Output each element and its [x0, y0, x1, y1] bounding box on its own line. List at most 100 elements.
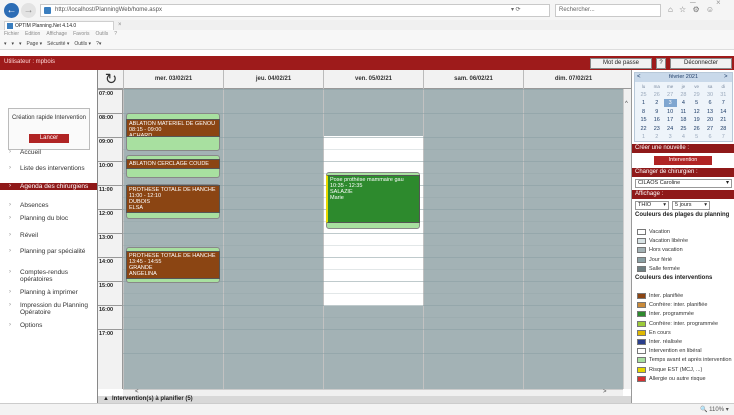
sidebar-item[interactable]: › Réveil — [0, 232, 97, 239]
mini-calendar-day[interactable]: 9 — [650, 108, 663, 116]
command-item[interactable]: ▾ — [19, 41, 22, 47]
mini-calendar-day[interactable]: 1 — [637, 133, 650, 141]
day-column[interactable] — [523, 89, 623, 389]
mini-calendar-day[interactable]: 15 — [637, 116, 650, 124]
mini-calendar-day[interactable]: 6 — [704, 99, 717, 107]
sidebar-item[interactable]: › Planning du bloc — [0, 215, 97, 222]
refresh-agenda-icon[interactable]: ↻ — [102, 71, 120, 88]
intervention-event[interactable]: ABLATION CERCLAGE COUDE — [126, 158, 220, 170]
mini-calendar-day[interactable]: 26 — [690, 125, 703, 133]
zoom-level[interactable]: 🔍 110% ▾ — [700, 406, 729, 413]
intervention-event[interactable]: Pose prothèse mammaire gau 10:35 - 12:35 S… — [326, 175, 420, 224]
search-input[interactable]: Rechercher... — [555, 4, 661, 17]
mini-calendar-day[interactable]: 4 — [677, 99, 690, 107]
mini-calendar-day[interactable]: 11 — [677, 108, 690, 116]
prev-month-icon[interactable]: < — [637, 73, 641, 82]
mini-calendar-day[interactable]: 19 — [690, 116, 703, 124]
command-item[interactable]: ▾ — [12, 41, 15, 47]
mini-calendar-day[interactable]: 13 — [704, 108, 717, 116]
surgeon-select[interactable]: CILAOS Caroline ▾ — [635, 179, 732, 188]
scroll-right-icon[interactable]: > — [603, 389, 607, 395]
mini-calendar-day[interactable]: 6 — [704, 133, 717, 141]
refresh-icon[interactable]: ▾ ⟳ — [511, 5, 521, 16]
menu-item[interactable]: Affichage — [46, 31, 67, 37]
day-header[interactable]: sam. 06/02/21 — [423, 70, 523, 89]
mini-calendar-day[interactable]: 4 — [677, 133, 690, 141]
menu-item[interactable]: Favoris — [73, 31, 89, 37]
mini-calendar-day[interactable]: 25 — [637, 91, 650, 99]
intervention-event[interactable]: ABLATION MATERIEL DE GENOU 08:15 - 09:00 A… — [126, 119, 220, 137]
intervention-event[interactable]: PROTHESE TOTALE DE HANCHE 11:00 - 12:10 DU… — [126, 185, 220, 213]
intervention-event[interactable]: PROTHESE TOTALE DE HANCHE 13:45 - 14:55 GR… — [126, 251, 220, 279]
mini-calendar-day[interactable]: 27 — [664, 91, 677, 99]
sidebar-item[interactable]: › Planning à imprimer — [0, 289, 97, 296]
tab-close-icon[interactable]: × — [118, 22, 122, 28]
command-item[interactable]: Sécurité ▾ — [47, 41, 69, 47]
scroll-left-icon[interactable]: < — [135, 389, 139, 395]
mini-calendar-day[interactable]: 24 — [664, 125, 677, 133]
quick-create-launch-button[interactable]: Lancer — [29, 134, 69, 143]
sidebar-item[interactable]: › Impression du Planning Opératoire — [0, 302, 97, 316]
view-mode-select[interactable]: THIO ▾ — [635, 201, 669, 210]
mini-calendar-day[interactable]: 10 — [664, 108, 677, 116]
close-window-icon[interactable]: × — [716, 0, 721, 7]
mini-calendar-day[interactable]: 8 — [637, 108, 650, 116]
mini-calendar-day[interactable]: 21 — [717, 116, 730, 124]
menu-item[interactable]: Edition — [25, 31, 40, 37]
expand-up-icon[interactable]: ▲ — [103, 396, 109, 403]
mini-calendar-day[interactable]: 12 — [690, 108, 703, 116]
menu-item[interactable]: Fichier — [4, 31, 19, 37]
tab-optim-planning[interactable]: OPTIM Planning.Net 4.14.0 — [4, 21, 114, 30]
mini-calendar-day[interactable]: 28 — [677, 91, 690, 99]
logout-button[interactable]: Déconnecter — [670, 58, 732, 69]
mini-calendar-day[interactable]: 26 — [650, 91, 663, 99]
unplanned-interventions-bar[interactable]: ▲ Intervention(s) à planifier (5) — [98, 396, 632, 403]
mini-calendar-day[interactable]: 7 — [717, 99, 730, 107]
command-item[interactable]: Outils ▾ — [74, 41, 91, 47]
mini-calendar-day[interactable]: 18 — [677, 116, 690, 124]
day-header[interactable]: ven. 05/02/21 — [323, 70, 423, 89]
mini-calendar-day[interactable]: 27 — [704, 125, 717, 133]
mini-calendar-day[interactable]: 23 — [650, 125, 663, 133]
scroll-up-icon[interactable]: ^ — [625, 101, 628, 107]
day-column[interactable] — [223, 89, 323, 389]
mini-calendar-day[interactable]: 31 — [717, 91, 730, 99]
sidebar-item[interactable]: › Comptes-rendus opératoires — [0, 269, 97, 283]
menu-item[interactable]: ? — [114, 31, 117, 37]
sidebar-item[interactable]: › Options — [0, 322, 97, 329]
day-column[interactable] — [423, 89, 523, 389]
menu-item[interactable]: Outils — [95, 31, 108, 37]
day-header[interactable]: mer. 03/02/21 — [123, 70, 223, 89]
mini-calendar-day[interactable]: 29 — [690, 91, 703, 99]
mini-calendar-day[interactable]: 2 — [650, 133, 663, 141]
sidebar-item[interactable]: › Liste des interventions — [0, 165, 97, 172]
day-header[interactable]: dim. 07/02/21 — [523, 70, 623, 89]
day-count-select[interactable]: 5 jours ▾ — [672, 201, 710, 210]
mini-calendar-day[interactable]: 3 — [664, 133, 677, 141]
mini-calendar-day[interactable]: 16 — [650, 116, 663, 124]
new-intervention-button[interactable]: Intervention — [654, 156, 712, 165]
mini-calendar-day[interactable]: 2 — [650, 99, 663, 107]
sidebar-item[interactable]: › Planning par spécialité — [0, 248, 97, 255]
mini-calendar-day[interactable]: 30 — [704, 91, 717, 99]
sidebar-item[interactable]: › Accueil — [0, 149, 97, 156]
mini-calendar-day[interactable]: 7 — [717, 133, 730, 141]
minimize-icon[interactable]: ─ — [690, 0, 696, 7]
mini-calendar-day[interactable]: 5 — [690, 99, 703, 107]
mini-calendar-day[interactable]: 22 — [637, 125, 650, 133]
command-item[interactable]: Page ▾ — [27, 41, 43, 47]
mini-calendar-day[interactable]: 25 — [677, 125, 690, 133]
forward-button[interactable]: → — [21, 3, 36, 18]
horizontal-scrollbar[interactable]: < > — [123, 389, 623, 396]
mini-calendar-day[interactable]: 14 — [717, 108, 730, 116]
address-bar[interactable]: http://localhost/PlanningWeb/home.aspx ▾… — [40, 4, 550, 17]
command-item[interactable]: ▾ — [4, 41, 7, 47]
mini-calendar-day[interactable]: 20 — [704, 116, 717, 124]
back-button[interactable]: ← — [4, 3, 19, 18]
sidebar-item[interactable]: › Absences — [0, 202, 97, 209]
sidebar-item[interactable]: › Agenda des chirurgiens — [0, 183, 97, 190]
next-month-icon[interactable]: > — [724, 73, 728, 82]
day-header[interactable]: jeu. 04/02/21 — [223, 70, 323, 89]
mini-calendar-day[interactable]: 3 — [663, 99, 677, 108]
mini-calendar-day[interactable]: 17 — [664, 116, 677, 124]
